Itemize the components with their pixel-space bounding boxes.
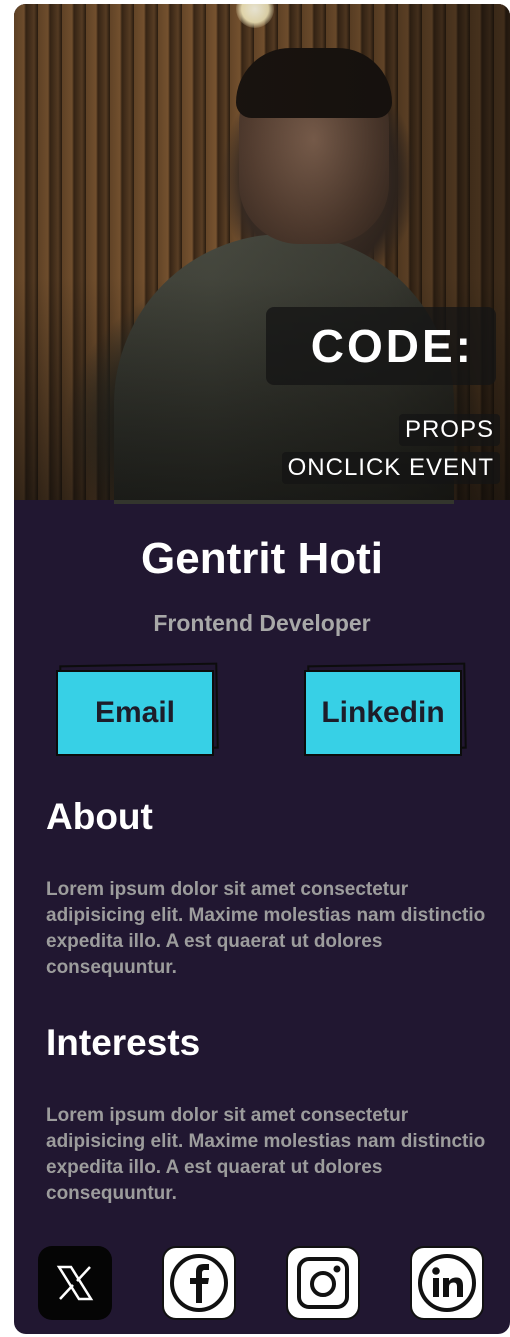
- linkedin-social-link[interactable]: [410, 1246, 484, 1320]
- instagram-link[interactable]: [286, 1246, 360, 1320]
- instagram-icon: [297, 1257, 349, 1309]
- x-icon: [56, 1265, 94, 1301]
- linkedin-button[interactable]: Linkedin: [304, 670, 462, 756]
- email-button[interactable]: Email: [56, 670, 214, 756]
- badge-line-props: PROPS: [398, 414, 500, 446]
- about-body: Lorem ipsum dolor sit amet consectetur a…: [46, 879, 486, 978]
- profile-card: CODE: PROPS ONCLICK EVENT Gentrit Hoti F…: [14, 4, 510, 1334]
- x-link[interactable]: [38, 1246, 112, 1320]
- email-button-wrap: Email: [56, 662, 222, 756]
- about-title: About: [46, 796, 153, 837]
- linkedin-icon: [418, 1254, 476, 1312]
- interests-body: Lorem ipsum dolor sit amet consectetur a…: [46, 1105, 486, 1204]
- profile-name: Gentrit Hoti: [141, 534, 383, 583]
- profile-role: Frontend Developer: [153, 610, 371, 636]
- badge-line-onclick: ONCLICK EVENT: [281, 452, 500, 484]
- code-badge: CODE:: [266, 307, 496, 385]
- social-links: [14, 1246, 510, 1322]
- linkedin-button-wrap: Linkedin: [304, 662, 470, 756]
- profile-photo: CODE: PROPS ONCLICK EVENT: [14, 4, 510, 504]
- interests-title: Interests: [46, 1022, 201, 1063]
- facebook-icon: [170, 1254, 228, 1312]
- facebook-link[interactable]: [162, 1246, 236, 1320]
